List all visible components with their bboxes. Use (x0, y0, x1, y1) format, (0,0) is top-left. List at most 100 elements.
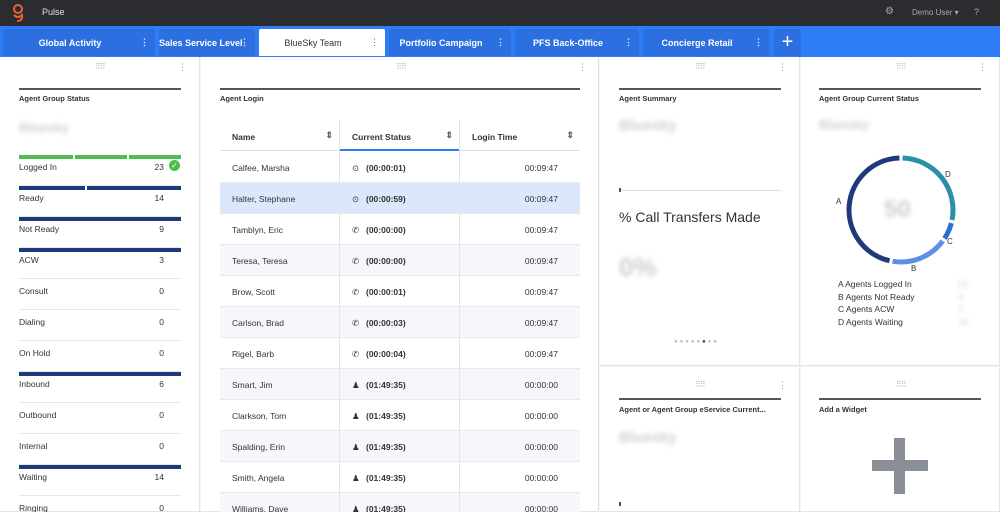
gear-icon[interactable]: ⚙ (885, 6, 894, 17)
person-icon: ♟ (352, 504, 360, 512)
agent-name: Carlson, Brad (232, 318, 284, 328)
table-row[interactable]: Williams, Dave ♟ (01:49:35) 00:00:00 (220, 493, 580, 512)
tab-concierge-retail[interactable]: Concierge Retail ⋮ (643, 29, 769, 56)
status-label: Not Ready (19, 224, 60, 234)
widget-title: Agent Group Status (19, 94, 90, 103)
status-value: 3 (159, 255, 164, 265)
drag-handle-icon[interactable]: ⠿⠿ (695, 380, 706, 389)
phone-icon: ✆ (352, 256, 360, 266)
status-duration: (01:49:35) (366, 380, 406, 390)
top-bar: Pulse ⚙ Demo User ▾ ? (0, 0, 1000, 26)
table-row[interactable]: Clarkson, Tom ♟ (01:49:35) 00:00:00 (220, 400, 580, 431)
donut-segment-b[interactable] (892, 239, 945, 265)
agent-status: ⊙ (00:00:01) (352, 163, 406, 174)
group-name: Bluesky (619, 429, 677, 446)
column-header-name[interactable]: Name ⇕ (220, 120, 339, 151)
widget-menu-icon[interactable]: ⋮ (178, 62, 187, 73)
pager-dot[interactable]: ● (713, 339, 719, 345)
sort-icon[interactable]: ⇕ (325, 130, 333, 141)
drag-handle-icon[interactable]: ⠿⠿ (896, 380, 907, 389)
status-row: Not Ready 9 (19, 217, 181, 248)
login-time: 00:09:47 (524, 225, 558, 235)
person-icon: ♟ (352, 380, 360, 390)
legend-item: D Agents Waiting (838, 317, 903, 327)
status-duration: (01:49:35) (366, 411, 406, 421)
table-row[interactable]: Tamblyn, Eric ✆ (00:00:00) 00:09:47 (220, 214, 580, 245)
table-row[interactable]: Teresa, Teresa ✆ (00:00:00) 00:09:47 (220, 245, 580, 276)
tab-menu-icon[interactable]: ⋮ (496, 37, 505, 48)
agent-status: ♟ (01:49:35) (352, 411, 406, 422)
tab-bluesky-team[interactable]: BlueSky Team ⋮ (259, 29, 385, 56)
table-row[interactable]: Halter, Stephane ⊙ (00:00:59) 00:09:47 (220, 183, 580, 214)
tab-menu-icon[interactable]: ⋮ (624, 37, 633, 48)
tab-menu-icon[interactable]: ⋮ (370, 37, 379, 48)
status-label: Ready (19, 193, 44, 203)
table-row[interactable]: Carlson, Brad ✆ (00:00:03) 00:09:47 (220, 307, 580, 338)
agent-status: ✆ (00:00:04) (352, 349, 406, 360)
status-bar (19, 465, 181, 469)
target-icon: ⊙ (352, 194, 360, 204)
column-header-current-status[interactable]: Current Status ⇕ (340, 120, 459, 151)
tab-menu-icon[interactable]: ⋮ (240, 37, 249, 48)
legend-value: 9 (958, 291, 963, 302)
tab-pfs-back-office[interactable]: PFS Back-Office ⋮ (515, 29, 639, 56)
donut-letter-a: A (836, 197, 842, 206)
status-row: Outbound 0 (19, 403, 181, 434)
drag-handle-icon[interactable]: ⠿⠿ (695, 62, 706, 71)
status-label: Consult (19, 286, 48, 296)
login-time: 00:00:00 (524, 380, 558, 390)
dashboard-tab-bar: Global Activity ⋮ Sales Service Level ⋮ … (0, 26, 1000, 57)
metric-label: % Call Transfers Made (619, 209, 761, 225)
drag-handle-icon[interactable]: ⠿⠿ (95, 62, 106, 71)
widget-menu-icon[interactable]: ⋮ (978, 62, 987, 73)
tab-menu-icon[interactable]: ⋮ (140, 37, 149, 48)
legend-item: C Agents ACW (838, 304, 894, 314)
widget-menu-icon[interactable]: ⋮ (578, 62, 587, 73)
widget-title: Add a Widget (819, 405, 867, 414)
agent-status: ♟ (01:49:35) (352, 504, 406, 512)
phone-icon: ✆ (352, 225, 360, 235)
table-row[interactable]: Spalding, Erin ♟ (01:49:35) 00:00:00 (220, 431, 580, 462)
agent-name: Brow, Scott (232, 287, 275, 297)
help-icon[interactable]: ? (974, 7, 979, 17)
tab-sales-service-level[interactable]: Sales Service Level ⋮ (159, 29, 255, 56)
column-header-login-time[interactable]: Login Time ⇕ (460, 120, 580, 151)
sort-icon[interactable]: ⇕ (445, 130, 453, 141)
donut-letter-b: B (911, 264, 917, 273)
genesys-logo-icon[interactable] (8, 3, 28, 23)
login-time: 00:00:00 (524, 504, 558, 512)
group-name: Bluesky (19, 120, 69, 135)
table-row[interactable]: Smart, Jim ♟ (01:49:35) 00:00:00 (220, 369, 580, 400)
tab-portfolio-campaign[interactable]: Portfolio Campaign ⋮ (389, 29, 511, 56)
agent-status: ⊙ (00:00:59) (352, 194, 406, 205)
person-icon: ♟ (352, 411, 360, 421)
user-menu[interactable]: Demo User ▾ (912, 8, 959, 17)
table-row[interactable]: Brow, Scott ✆ (00:00:01) 00:09:47 (220, 276, 580, 307)
tab-menu-icon[interactable]: ⋮ (754, 37, 763, 48)
drag-handle-icon[interactable]: ⠿⠿ (896, 62, 907, 71)
agent-name: Clarkson, Tom (232, 411, 287, 421)
status-value: 0 (159, 317, 164, 327)
bar-segment-gap (127, 155, 129, 159)
widget-menu-icon[interactable]: ⋮ (778, 380, 787, 391)
drag-handle-icon[interactable]: ⠿⠿ (396, 62, 407, 71)
table-row[interactable]: Smith, Angela ♟ (01:49:35) 00:00:00 (220, 462, 580, 493)
donut-total: 50 (884, 196, 911, 223)
carousel-pager[interactable]: ●●●●●●●● (674, 339, 719, 345)
table-row[interactable]: Calfee, Marsha ⊙ (00:00:01) 00:09:47 (220, 152, 580, 183)
login-time: 00:09:47 (524, 318, 558, 328)
legend-item: B Agents Not Ready (838, 292, 915, 302)
table-row[interactable]: Rigel, Barb ✆ (00:00:04) 00:09:47 (220, 338, 580, 369)
add-widget-plus-icon[interactable] (872, 438, 928, 494)
widget-title: Agent Summary (619, 94, 677, 103)
status-duration: (00:00:01) (366, 287, 406, 297)
sort-icon[interactable]: ⇕ (566, 130, 574, 141)
status-label: Outbound (19, 410, 57, 420)
tab-global-activity[interactable]: Global Activity ⋮ (3, 29, 155, 56)
widget-menu-icon[interactable]: ⋮ (778, 62, 787, 73)
legend-label: Agents Not Ready (845, 291, 915, 302)
add-tab-button[interactable]: + (774, 29, 801, 56)
donut-letter-c: C (947, 237, 953, 246)
status-bar (19, 248, 181, 252)
status-row: On Hold 0 (19, 341, 181, 372)
